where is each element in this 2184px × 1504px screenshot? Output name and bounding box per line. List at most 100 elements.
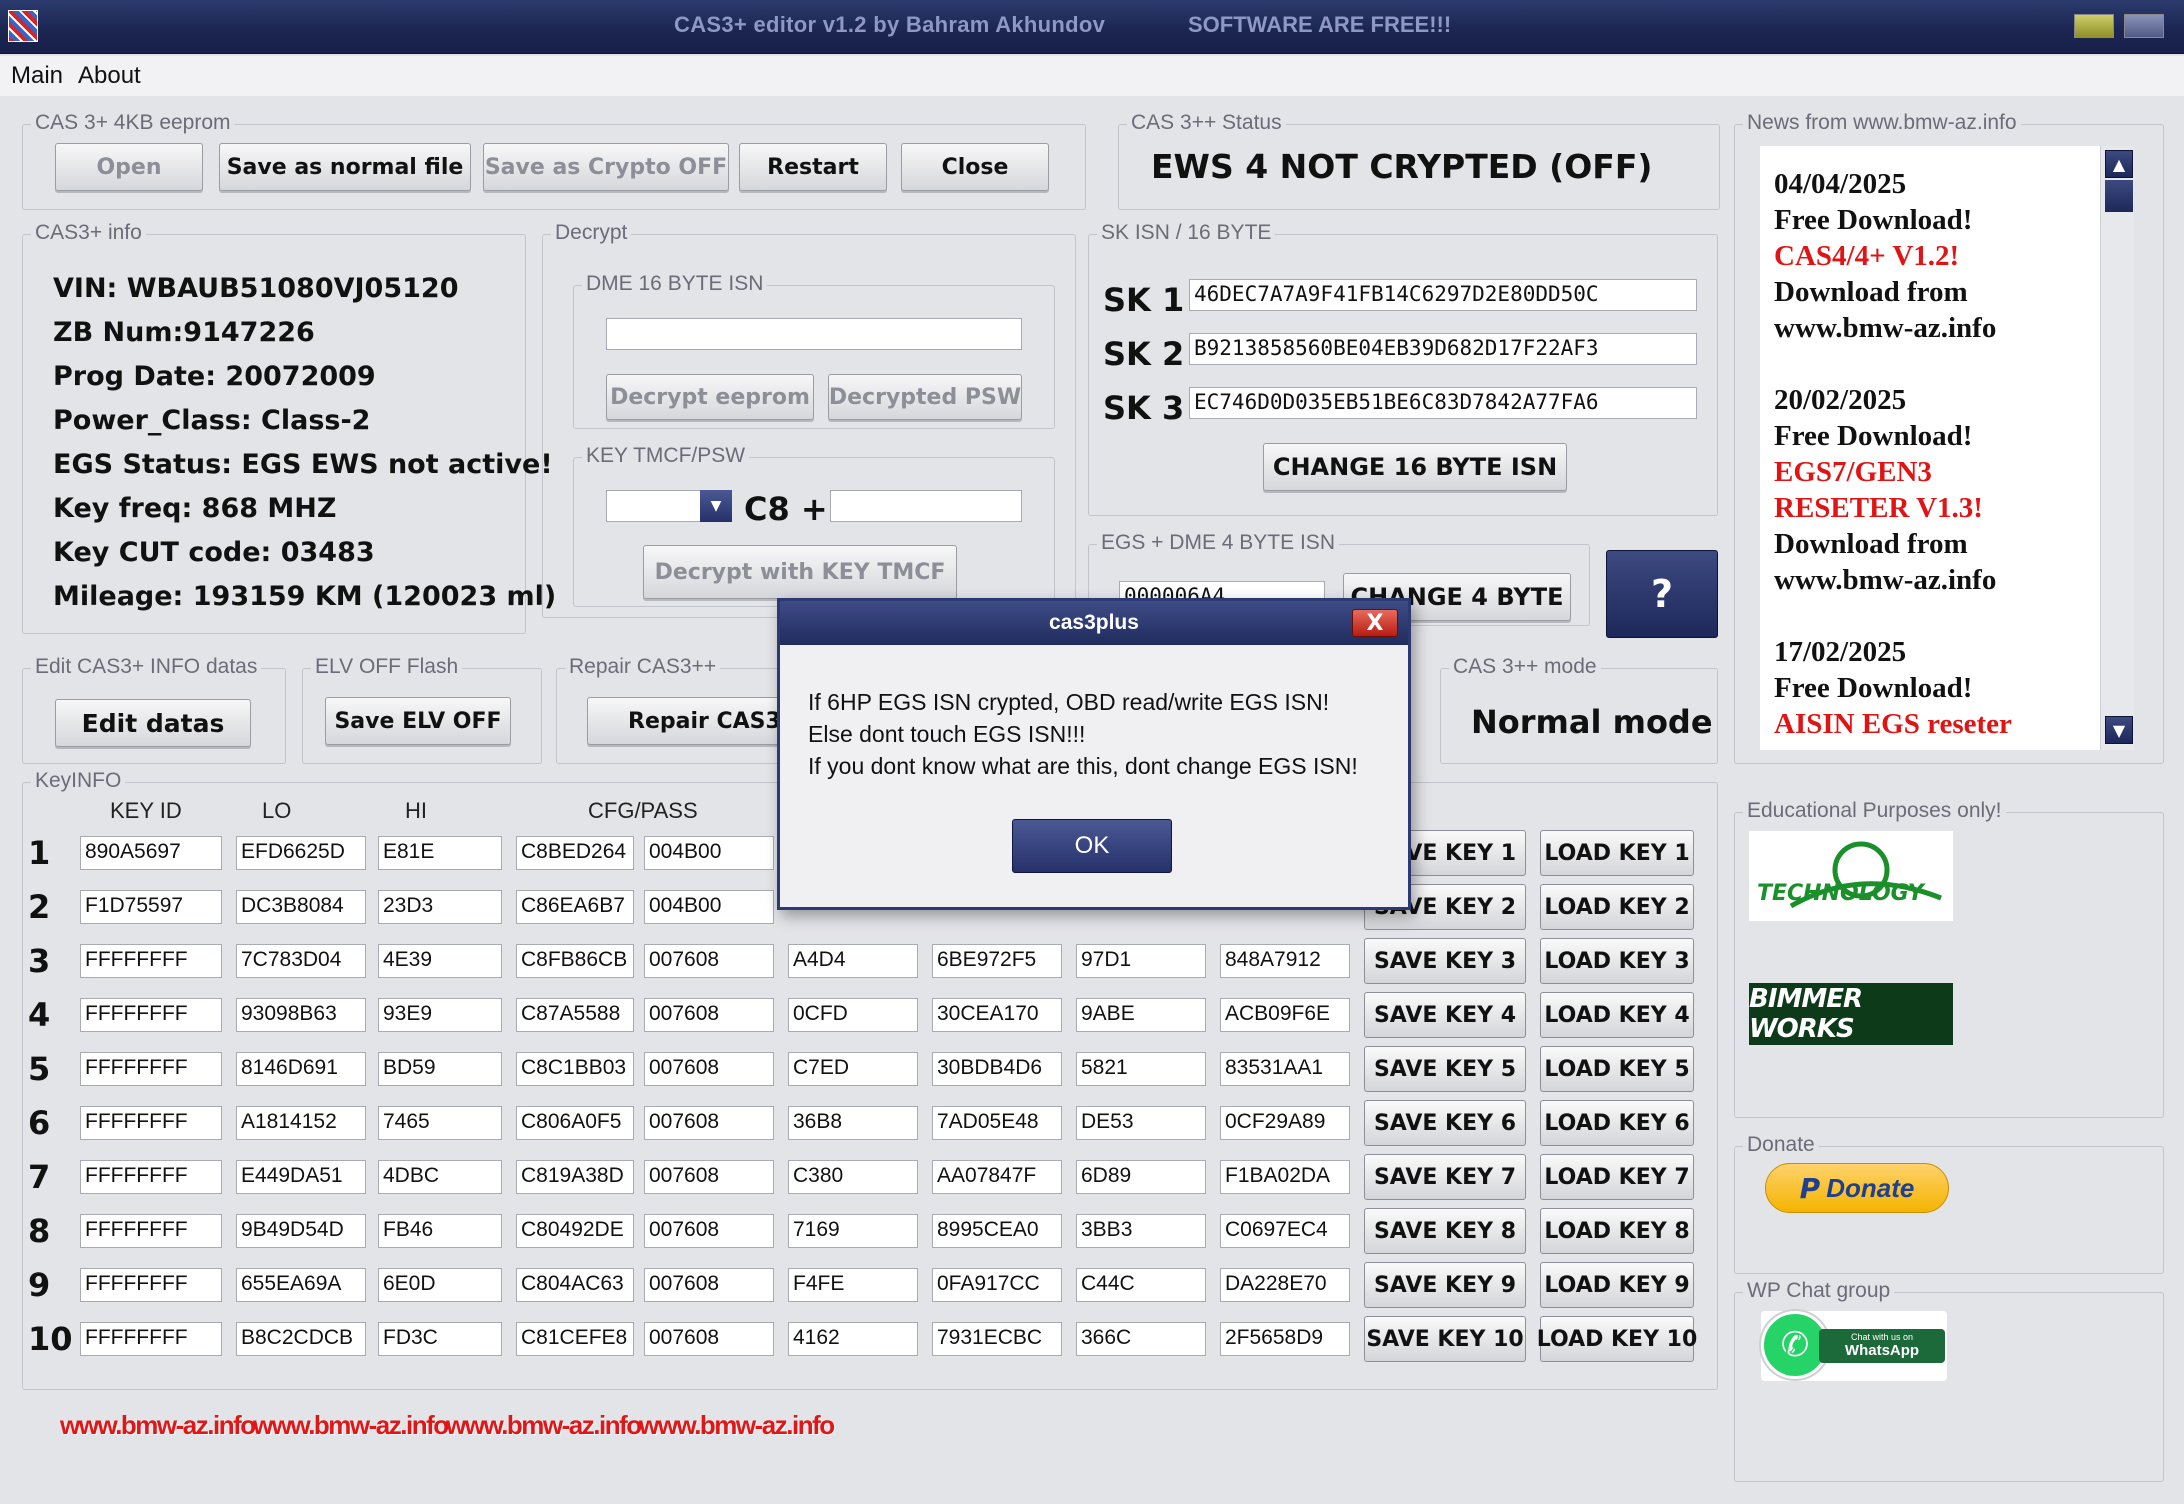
key-cell[interactable]: 007608 <box>644 1106 774 1140</box>
load-key-button[interactable]: LOAD KEY 7 <box>1540 1154 1694 1200</box>
key-cell[interactable]: FFFFFFFF <box>80 1052 222 1086</box>
dialog-ok-button[interactable]: OK <box>1012 819 1172 873</box>
key-cell[interactable]: 9B49D54D <box>236 1214 366 1248</box>
key-cell[interactable]: FFFFFFFF <box>80 944 222 978</box>
load-key-button[interactable]: LOAD KEY 10 <box>1537 1316 1697 1362</box>
key-cell[interactable]: 7AD05E48 <box>932 1106 1062 1140</box>
key-cell[interactable]: C7ED <box>788 1052 918 1086</box>
key-cell[interactable]: 007608 <box>644 998 774 1032</box>
key-cell[interactable]: 2F5658D9 <box>1220 1322 1350 1356</box>
save-key-button[interactable]: SAVE KEY 7 <box>1364 1154 1526 1200</box>
menu-main[interactable]: Main <box>11 62 63 90</box>
scroll-up-icon[interactable]: ▲ <box>2105 150 2133 178</box>
key-cell[interactable]: 0CFD <box>788 998 918 1032</box>
key-cell[interactable]: C8FB86CB <box>516 944 634 978</box>
bimmer-works-logo[interactable]: BIMMER WORKS <box>1749 983 1953 1045</box>
key-cell[interactable]: 007608 <box>644 1268 774 1302</box>
key-cell[interactable]: 6E0D <box>378 1268 502 1302</box>
maximize-button[interactable] <box>2124 14 2164 38</box>
news-scrollbar[interactable]: ▲ ▼ <box>2100 146 2134 750</box>
key-cell[interactable]: 8995CEA0 <box>932 1214 1062 1248</box>
key-cell[interactable]: 655EA69A <box>236 1268 366 1302</box>
decrypt-eeprom-button[interactable]: Decrypt eeprom <box>606 374 814 420</box>
key-cell[interactable]: BD59 <box>378 1052 502 1086</box>
key-cell[interactable]: 007608 <box>644 1214 774 1248</box>
key-cell[interactable]: 007608 <box>644 944 774 978</box>
app-icon[interactable] <box>8 10 38 42</box>
key-cell[interactable]: 007608 <box>644 1322 774 1356</box>
key-cell[interactable]: E449DA51 <box>236 1160 366 1194</box>
key-cell[interactable]: 8146D691 <box>236 1052 366 1086</box>
key-cell[interactable]: FFFFFFFF <box>80 998 222 1032</box>
key-cell[interactable]: A1814152 <box>236 1106 366 1140</box>
sk1-input[interactable]: 46DEC7A7A9F41FB14C6297D2E80DD50C <box>1189 279 1697 311</box>
decrypt-tmcf-button[interactable]: Decrypt with KEY TMCF <box>643 545 957 599</box>
key-cell[interactable]: FFFFFFFF <box>80 1160 222 1194</box>
key-cell[interactable]: 007608 <box>644 1160 774 1194</box>
save-key-button[interactable]: SAVE KEY 10 <box>1364 1316 1526 1362</box>
footer-link-2[interactable]: www.bmw-az.info <box>253 1410 449 1441</box>
key-cell[interactable]: FFFFFFFF <box>80 1214 222 1248</box>
key-cell[interactable]: C80492DE <box>516 1214 634 1248</box>
key-cell[interactable]: 004B00 <box>644 836 774 870</box>
open-button[interactable]: Open <box>55 143 203 191</box>
chevron-down-icon[interactable]: ▼ <box>700 490 732 522</box>
key-cell[interactable]: 0CF29A89 <box>1220 1106 1350 1140</box>
key-cell[interactable]: F4FE <box>788 1268 918 1302</box>
key-cell[interactable]: 7C783D04 <box>236 944 366 978</box>
minimize-button[interactable] <box>2074 14 2114 38</box>
save-crypto-off-button[interactable]: Save as Crypto OFF <box>483 143 729 191</box>
scroll-thumb[interactable] <box>2105 180 2133 212</box>
dme-isn-input[interactable] <box>606 318 1022 350</box>
key-cell[interactable]: C8C1BB03 <box>516 1052 634 1086</box>
save-key-button[interactable]: SAVE KEY 3 <box>1364 938 1526 984</box>
key-cell[interactable]: 6D89 <box>1076 1160 1206 1194</box>
footer-link-1[interactable]: www.bmw-az.info <box>60 1410 256 1441</box>
key-cell[interactable]: 36B8 <box>788 1106 918 1140</box>
edit-datas-button[interactable]: Edit datas <box>55 699 251 747</box>
sk3-input[interactable]: EC746D0D035EB51BE6C83D7842A77FA6 <box>1189 387 1697 419</box>
key-cell[interactable]: 7169 <box>788 1214 918 1248</box>
key-cell[interactable]: 7931ECBC <box>932 1322 1062 1356</box>
key-cell[interactable]: 30BDB4D6 <box>932 1052 1062 1086</box>
key-cell[interactable]: 7465 <box>378 1106 502 1140</box>
save-key-button[interactable]: SAVE KEY 8 <box>1364 1208 1526 1254</box>
load-key-button[interactable]: LOAD KEY 6 <box>1540 1100 1694 1146</box>
key-cell[interactable]: 97D1 <box>1076 944 1206 978</box>
key-cell[interactable]: C819A38D <box>516 1160 634 1194</box>
key-cell[interactable]: C81CEFE8 <box>516 1322 634 1356</box>
key-cell[interactable]: FD3C <box>378 1322 502 1356</box>
save-normal-button[interactable]: Save as normal file <box>219 143 471 191</box>
key-cell[interactable]: 366C <box>1076 1322 1206 1356</box>
dialog-close-button[interactable]: X <box>1352 609 1398 637</box>
key-cell[interactable]: EFD6625D <box>236 836 366 870</box>
key-cell[interactable]: A4D4 <box>788 944 918 978</box>
key-cell[interactable]: 6BE972F5 <box>932 944 1062 978</box>
key-cell[interactable]: 9ABE <box>1076 998 1206 1032</box>
save-elv-off-button[interactable]: Save ELV OFF <box>325 697 511 745</box>
load-key-button[interactable]: LOAD KEY 4 <box>1540 992 1694 1038</box>
key-cell[interactable]: 4DBC <box>378 1160 502 1194</box>
key-cell[interactable]: F1BA02DA <box>1220 1160 1350 1194</box>
menu-about[interactable]: About <box>78 62 141 90</box>
key-cell[interactable]: 890A5697 <box>80 836 222 870</box>
key-cell[interactable]: 007608 <box>644 1052 774 1086</box>
save-key-button[interactable]: SAVE KEY 5 <box>1364 1046 1526 1092</box>
key-cell[interactable]: FFFFFFFF <box>80 1322 222 1356</box>
key-cell[interactable]: C380 <box>788 1160 918 1194</box>
save-key-button[interactable]: SAVE KEY 6 <box>1364 1100 1526 1146</box>
key-cell[interactable]: C0697EC4 <box>1220 1214 1350 1248</box>
key-cell[interactable]: FFFFFFFF <box>80 1268 222 1302</box>
news-link[interactable]: www.bmw-az.info <box>1760 310 2100 346</box>
key-cell[interactable]: B8C2CDCB <box>236 1322 366 1356</box>
key-cell[interactable]: 93098B63 <box>236 998 366 1032</box>
load-key-button[interactable]: LOAD KEY 5 <box>1540 1046 1694 1092</box>
key-cell[interactable]: 0FA917CC <box>932 1268 1062 1302</box>
key-cell[interactable]: 30CEA170 <box>932 998 1062 1032</box>
restart-button[interactable]: Restart <box>739 143 887 191</box>
load-key-button[interactable]: LOAD KEY 1 <box>1540 830 1694 876</box>
donate-button[interactable]: P Donate <box>1765 1163 1949 1213</box>
technology-logo[interactable]: TECHNOLOGY <box>1749 831 1953 921</box>
footer-link-3[interactable]: www.bmw-az.info <box>446 1410 642 1441</box>
news-panel[interactable]: 04/04/2025 Free Download! CAS4/4+ V1.2! … <box>1760 146 2100 750</box>
